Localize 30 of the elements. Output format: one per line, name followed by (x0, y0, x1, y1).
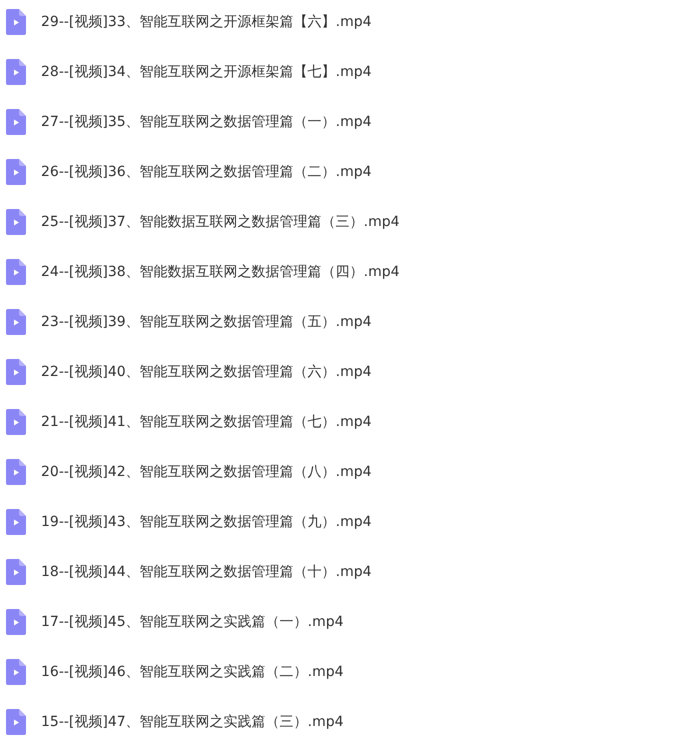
video-file-icon (6, 459, 26, 485)
video-file-icon (6, 559, 26, 585)
video-file-icon (6, 159, 26, 185)
video-file-icon (6, 709, 26, 735)
video-file-icon (6, 309, 26, 335)
file-name[interactable]: 22--[视频]40、智能互联网之数据管理篇（六）.mp4 (41, 363, 372, 381)
video-file-icon (6, 9, 26, 35)
file-name[interactable]: 24--[视频]38、智能数据互联网之数据管理篇（四）.mp4 (41, 263, 400, 281)
video-file-icon (6, 109, 26, 135)
file-name[interactable]: 20--[视频]42、智能互联网之数据管理篇（八）.mp4 (41, 463, 372, 481)
file-name[interactable]: 25--[视频]37、智能数据互联网之数据管理篇（三）.mp4 (41, 213, 400, 231)
file-name[interactable]: 29--[视频]33、智能互联网之开源框架篇【六】.mp4 (41, 13, 372, 31)
video-file-icon (6, 609, 26, 635)
file-name[interactable]: 16--[视频]46、智能互联网之实践篇（二）.mp4 (41, 663, 344, 681)
file-name[interactable]: 23--[视频]39、智能互联网之数据管理篇（五）.mp4 (41, 313, 372, 331)
video-file-icon (6, 659, 26, 685)
file-name[interactable]: 26--[视频]36、智能互联网之数据管理篇（二）.mp4 (41, 163, 372, 181)
file-name[interactable]: 17--[视频]45、智能互联网之实践篇（一）.mp4 (41, 613, 344, 631)
file-name[interactable]: 28--[视频]34、智能互联网之开源框架篇【七】.mp4 (41, 63, 372, 81)
video-file-icon (6, 259, 26, 285)
video-file-icon (6, 59, 26, 85)
video-file-icon (6, 509, 26, 535)
video-file-icon (6, 209, 26, 235)
file-name[interactable]: 15--[视频]47、智能互联网之实践篇（三）.mp4 (41, 713, 344, 731)
video-file-icon (6, 359, 26, 385)
file-name[interactable]: 19--[视频]43、智能互联网之数据管理篇（九）.mp4 (41, 513, 372, 531)
file-name[interactable]: 27--[视频]35、智能互联网之数据管理篇（一）.mp4 (41, 113, 372, 131)
file-name[interactable]: 18--[视频]44、智能互联网之数据管理篇（十）.mp4 (41, 563, 372, 581)
video-file-icon (6, 409, 26, 435)
file-name[interactable]: 21--[视频]41、智能互联网之数据管理篇（七）.mp4 (41, 413, 372, 431)
